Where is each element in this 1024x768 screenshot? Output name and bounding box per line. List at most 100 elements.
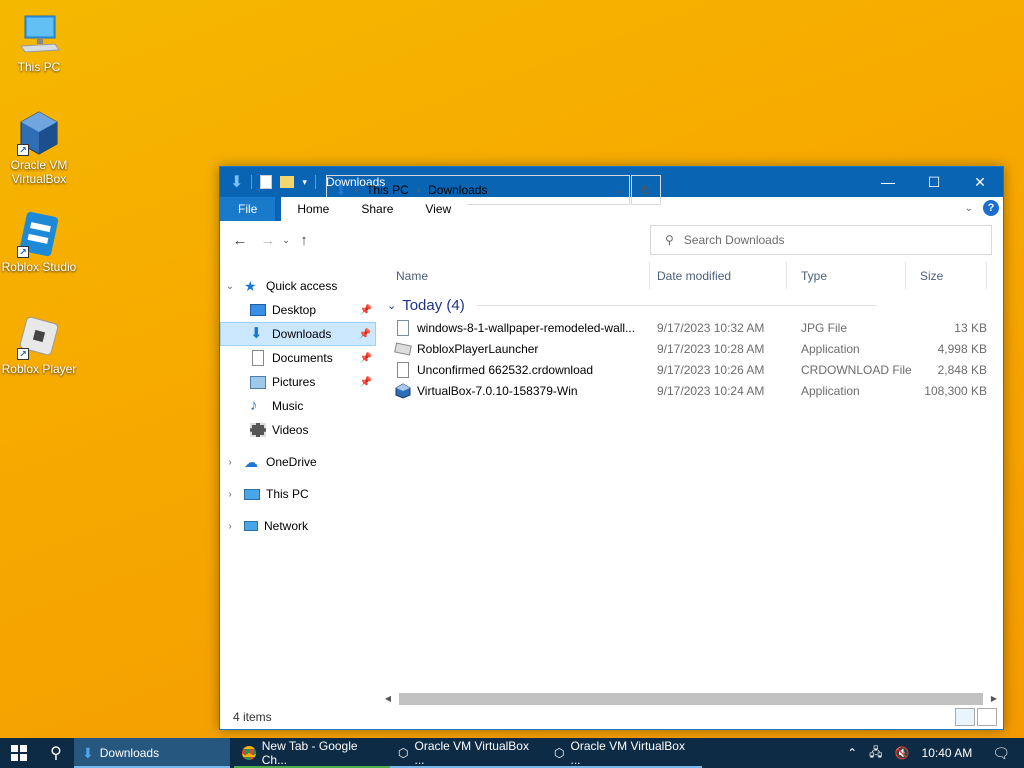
chevron-right-icon[interactable]: › bbox=[224, 489, 236, 500]
up-button[interactable]: ↑ bbox=[292, 232, 316, 249]
breadcrumb-this-pc[interactable]: This PC bbox=[366, 183, 409, 197]
tab-share[interactable]: Share bbox=[345, 197, 410, 221]
desktop-icon-roblox-studio[interactable]: ↗ Roblox Studio bbox=[0, 210, 78, 274]
tab-view[interactable]: View bbox=[409, 197, 468, 221]
sidebar-item-videos[interactable]: Videos bbox=[220, 418, 376, 442]
chevron-down-icon[interactable]: ⌄ bbox=[224, 281, 236, 292]
pin-icon[interactable]: 📌 bbox=[359, 329, 371, 340]
computer-icon bbox=[15, 10, 63, 58]
sidebar-item-onedrive[interactable]: › ☁ OneDrive bbox=[224, 450, 374, 474]
network-icon bbox=[244, 521, 258, 531]
table-row[interactable]: Unconfirmed 662532.crdownload 9/17/2023 … bbox=[395, 359, 995, 380]
column-header-size[interactable]: Size bbox=[907, 262, 987, 289]
blank-file-icon bbox=[397, 361, 409, 378]
volume-muted-icon[interactable]: 🔇 bbox=[895, 746, 910, 760]
item-count: 4 items bbox=[233, 710, 272, 724]
tab-home[interactable]: Home bbox=[281, 197, 346, 221]
download-arrow-icon: ⬇ bbox=[82, 744, 94, 761]
shortcut-arrow-icon: ↗ bbox=[17, 144, 29, 156]
sidebar-item-downloads[interactable]: ⬇ Downloads 📌 bbox=[220, 322, 376, 346]
sidebar-item-desktop[interactable]: Desktop 📌 bbox=[220, 298, 376, 322]
help-icon[interactable]: ? bbox=[983, 200, 999, 216]
virtualbox-icon: ⬡ bbox=[398, 746, 409, 760]
column-header-name[interactable]: Name bbox=[383, 262, 650, 289]
pin-icon[interactable]: 📌 bbox=[360, 377, 372, 388]
chevron-down-icon[interactable]: ▾ bbox=[302, 177, 307, 188]
recent-locations-icon[interactable]: ⌄ bbox=[280, 235, 292, 246]
tab-file[interactable]: File bbox=[220, 197, 276, 221]
network-icon[interactable]: 🖧 bbox=[869, 743, 882, 764]
desktop-icon-roblox-player[interactable]: ↗ Roblox Player bbox=[0, 312, 78, 376]
column-header-type[interactable]: Type bbox=[788, 262, 906, 289]
close-button[interactable]: ✕ bbox=[957, 167, 1003, 197]
roblox-player-icon: ↗ bbox=[15, 312, 63, 360]
sidebar-item-documents[interactable]: Documents 📌 bbox=[220, 346, 376, 370]
scroll-left-icon[interactable]: ◀ bbox=[383, 694, 393, 703]
back-button[interactable]: ← bbox=[228, 232, 252, 249]
pin-icon[interactable]: 📌 bbox=[360, 305, 372, 316]
scroll-right-icon[interactable]: ▶ bbox=[989, 694, 999, 703]
search-placeholder: Search Downloads bbox=[683, 233, 785, 247]
sidebar-item-network[interactable]: › Network bbox=[224, 514, 374, 538]
file-list: Name Date modified Type Size ⌄ Today (4)… bbox=[383, 262, 1003, 697]
sidebar-item-quick-access[interactable]: ⌄ ★ Quick access bbox=[224, 274, 374, 298]
table-row[interactable]: RobloxPlayerLauncher 9/17/2023 10:28 AM … bbox=[394, 338, 995, 359]
table-row[interactable]: VirtualBox-7.0.10-158379-Win 9/17/2023 1… bbox=[395, 380, 995, 401]
sidebar-item-this-pc[interactable]: › This PC bbox=[224, 482, 374, 506]
system-tray: ⌃ 🖧 🔇 10:40 AM 🗨 bbox=[847, 738, 1024, 768]
minimize-button[interactable]: — bbox=[865, 167, 911, 197]
downloads-folder-icon: ⬇ bbox=[250, 325, 263, 342]
pin-icon[interactable]: 📌 bbox=[360, 353, 372, 364]
chevron-up-icon[interactable]: ⌃ bbox=[847, 746, 857, 760]
notifications-icon[interactable]: 🗨 bbox=[992, 745, 1010, 762]
virtualbox-icon: ↗ bbox=[15, 108, 63, 156]
chrome-icon bbox=[242, 746, 256, 760]
chevron-right-icon[interactable]: › bbox=[224, 457, 236, 468]
status-bar: 4 items bbox=[220, 705, 1003, 729]
desktop-icon-virtualbox[interactable]: ↗ Oracle VM VirtualBox bbox=[0, 108, 78, 186]
sidebar-item-music[interactable]: ♪ Music bbox=[220, 394, 376, 418]
column-headers: Name Date modified Type Size bbox=[383, 262, 1003, 289]
search-input[interactable]: ⚲ Search Downloads bbox=[650, 225, 992, 255]
virtualbox-app-icon bbox=[395, 382, 411, 399]
desktop-folder-icon bbox=[250, 304, 266, 316]
music-icon: ♪ bbox=[250, 397, 258, 414]
pictures-folder-icon bbox=[250, 375, 266, 389]
breadcrumb-downloads[interactable]: Downloads bbox=[428, 183, 487, 197]
shortcut-arrow-icon: ↗ bbox=[17, 246, 29, 258]
taskbar-item-chrome[interactable]: New Tab - Google Ch... bbox=[234, 738, 390, 768]
chevron-right-icon[interactable]: › bbox=[224, 521, 236, 532]
properties-icon[interactable] bbox=[260, 175, 273, 189]
search-button[interactable]: ⚲ bbox=[38, 738, 74, 768]
chevron-down-icon[interactable]: ⌄ bbox=[615, 185, 623, 196]
taskbar-item-downloads[interactable]: ⬇ Downloads bbox=[74, 738, 230, 768]
desktop-icon-this-pc[interactable]: This PC bbox=[0, 10, 78, 74]
chevron-down-icon[interactable]: ⌄ bbox=[387, 299, 396, 312]
new-folder-icon[interactable] bbox=[280, 176, 295, 188]
table-row[interactable]: windows-8-1-wallpaper-remodeled-wall... … bbox=[395, 317, 995, 338]
search-icon: ⚲ bbox=[665, 233, 674, 247]
taskbar-item-virtualbox-1[interactable]: ⬡ Oracle VM VirtualBox ... bbox=[390, 738, 546, 768]
taskbar: ⚲ ⬇ Downloads New Tab - Google Ch... ⬡ O… bbox=[0, 738, 1024, 768]
expand-ribbon-icon[interactable]: ⌄ bbox=[965, 203, 973, 214]
maximize-button[interactable]: ☐ bbox=[911, 167, 957, 197]
search-icon: ⚲ bbox=[50, 745, 62, 762]
start-button[interactable] bbox=[0, 738, 38, 768]
download-arrow-icon: ⬇ bbox=[230, 174, 244, 191]
large-icons-view-icon[interactable] bbox=[977, 708, 997, 726]
sidebar-item-pictures[interactable]: Pictures 📌 bbox=[220, 370, 376, 394]
roblox-studio-icon: ↗ bbox=[15, 210, 63, 258]
refresh-button[interactable]: ↻ bbox=[631, 175, 661, 205]
videos-icon bbox=[250, 423, 266, 437]
details-view-icon[interactable] bbox=[955, 708, 975, 726]
navigation-pane: ⌄ ★ Quick access Desktop 📌 ⬇ Downloads 📌… bbox=[220, 262, 378, 702]
taskbar-item-virtualbox-2[interactable]: ⬡ Oracle VM VirtualBox ... bbox=[546, 738, 702, 768]
downloads-icon: ⬇ bbox=[335, 181, 347, 198]
clock[interactable]: 10:40 AM bbox=[922, 746, 973, 760]
virtualbox-icon: ⬡ bbox=[554, 746, 565, 760]
scrollbar-thumb[interactable] bbox=[399, 692, 983, 705]
column-header-date[interactable]: Date modified bbox=[644, 262, 787, 289]
star-icon: ★ bbox=[244, 278, 257, 294]
forward-button[interactable]: → bbox=[256, 232, 280, 249]
group-header-today[interactable]: ⌄ Today (4) bbox=[387, 297, 877, 314]
